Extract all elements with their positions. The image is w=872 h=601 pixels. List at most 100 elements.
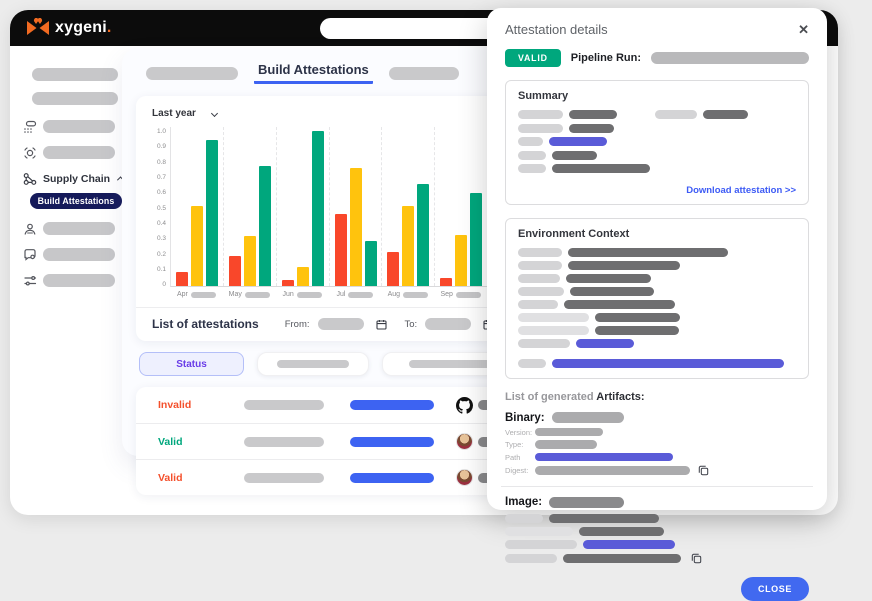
sliders-icon	[22, 273, 37, 288]
to-label: To:	[405, 319, 418, 330]
chart-y-axis: 1.00.90.80.70.60.50.40.30.20.10	[150, 127, 170, 287]
placeholder-pill	[43, 222, 115, 235]
to-date-input[interactable]	[425, 318, 471, 330]
placeholder-pill-link[interactable]	[350, 400, 434, 410]
summary-card: Summary Download attestation >>	[505, 80, 809, 205]
avatar	[456, 433, 473, 450]
chat-icon	[22, 247, 37, 262]
bar-group	[381, 127, 434, 286]
artifact-field-row: Version:	[505, 428, 809, 437]
placeholder-pill	[348, 292, 373, 298]
artifact-field-row: Digest:	[505, 465, 809, 476]
redacted-field-row	[518, 313, 796, 322]
summary-title: Summary	[518, 90, 796, 102]
x-tick: May	[223, 287, 276, 298]
placeholder-pill	[505, 527, 573, 536]
placeholder-pill	[518, 300, 558, 309]
sidebar-item-messages[interactable]	[22, 248, 126, 261]
placeholder-pill	[569, 110, 617, 119]
bar-valid	[365, 241, 377, 286]
bar-group	[329, 127, 382, 286]
placeholder-pill	[535, 440, 597, 449]
supply-chain-icon	[22, 171, 37, 186]
chart-x-axis: AprMayJunJulAugSepOct	[170, 287, 540, 298]
bar-partial	[402, 206, 414, 286]
calendar-icon[interactable]	[376, 319, 387, 330]
x-tick-label: Jul	[337, 291, 346, 298]
copy-icon[interactable]	[698, 465, 709, 476]
chart-plot-area	[170, 127, 540, 287]
sidebar-item-settings[interactable]	[22, 274, 126, 287]
placeholder-pill	[552, 151, 597, 160]
tab-placeholder[interactable]	[146, 67, 238, 80]
bar-partial	[455, 235, 467, 286]
sidebar-item-users[interactable]	[22, 222, 126, 235]
placeholder-pill-link[interactable]	[350, 437, 434, 447]
sidebar-supply-chain-label: Supply Chain	[43, 173, 110, 185]
sidebar: Supply Chain Build Attestations	[10, 46, 126, 515]
sidebar-item-supply-chain[interactable]: Supply Chain	[22, 172, 126, 185]
image-fields	[505, 514, 809, 564]
x-tick: Jun	[276, 287, 329, 298]
sidebar-item-build-attestations-active[interactable]: Build Attestations	[30, 193, 122, 209]
row-status: Valid	[158, 436, 230, 448]
placeholder-pill	[505, 554, 557, 563]
placeholder-pill	[244, 400, 324, 410]
sidebar-item[interactable]	[22, 92, 126, 105]
bar-valid	[312, 131, 324, 286]
sidebar-item-scan[interactable]	[22, 146, 126, 159]
attestation-details-panel: Attestation details ✕ VALID Pipeline Run…	[487, 8, 827, 510]
row-status: Valid	[158, 472, 230, 484]
sidebar-item[interactable]	[22, 68, 126, 81]
bar-partial	[297, 267, 309, 286]
chevron-down-icon	[211, 110, 218, 117]
placeholder-pill	[32, 92, 118, 105]
placeholder-pill	[549, 514, 659, 523]
placeholder-pill	[595, 313, 680, 322]
placeholder-pill	[244, 473, 324, 483]
placeholder-pill	[505, 540, 577, 549]
redacted-field-row	[518, 110, 796, 119]
tab-build-attestations-active[interactable]: Build Attestations	[254, 62, 373, 84]
placeholder-pill	[579, 527, 664, 536]
xygeni-logo[interactable]: xygeni.	[26, 18, 111, 38]
pipeline-run-value-placeholder	[651, 52, 809, 64]
y-tick-label: 0.7	[157, 175, 166, 182]
close-button[interactable]: CLOSE	[741, 577, 809, 601]
summary-fields	[518, 110, 796, 173]
x-tick-label: Sep	[440, 291, 452, 298]
redacted-field-row	[518, 339, 796, 348]
bar-valid	[259, 166, 271, 286]
tab-placeholder[interactable]	[389, 67, 459, 80]
list-title: List of attestations	[152, 317, 259, 331]
sidebar-item-inventory[interactable]	[22, 120, 126, 133]
divider	[501, 486, 813, 487]
placeholder-pill	[244, 437, 324, 447]
x-tick: Aug	[381, 287, 434, 298]
redacted-field-row	[518, 326, 796, 335]
placeholder-pill	[518, 359, 546, 368]
redacted-field-row	[505, 527, 809, 536]
download-attestation-link[interactable]: Download attestation >>	[518, 185, 796, 196]
redacted-field-row	[518, 274, 796, 283]
from-date-input[interactable]	[318, 318, 364, 330]
bar-invalid	[387, 252, 399, 286]
status-filter-chip[interactable]: Status	[139, 352, 244, 376]
inventory-icon	[22, 119, 37, 134]
placeholder-pill	[297, 292, 322, 298]
y-tick-label: 0.9	[157, 144, 166, 151]
placeholder-pill	[518, 151, 546, 160]
placeholder-pill	[32, 68, 118, 81]
bar-invalid	[229, 256, 241, 286]
filter-chip-placeholder[interactable]	[257, 352, 369, 376]
radar-scan-icon	[22, 145, 37, 160]
placeholder-pill	[403, 292, 428, 298]
placeholder-pill	[568, 261, 680, 270]
bar-invalid	[440, 278, 452, 286]
copy-icon[interactable]	[691, 553, 702, 564]
y-tick-label: 1.0	[157, 129, 166, 136]
placeholder-pill-link[interactable]	[350, 473, 434, 483]
placeholder-pill	[518, 124, 563, 133]
placeholder-pill	[43, 146, 115, 159]
close-icon[interactable]: ✕	[798, 23, 809, 36]
